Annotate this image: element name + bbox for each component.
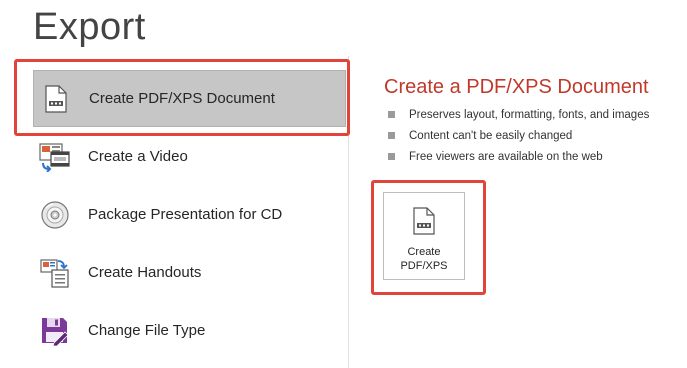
list-item: Free viewers are available on the web bbox=[388, 146, 649, 167]
handouts-icon bbox=[39, 257, 71, 289]
bullet-square-icon bbox=[388, 132, 395, 139]
details-bullet-list: Preserves layout, formatting, fonts, and… bbox=[388, 104, 649, 167]
details-title: Create a PDF/XPS Document bbox=[384, 76, 649, 98]
export-item-label: Create a Video bbox=[88, 148, 188, 165]
highlight-box-selected-item bbox=[14, 59, 350, 136]
export-item-package-cd[interactable]: Package Presentation for CD bbox=[33, 186, 346, 243]
export-item-label: Package Presentation for CD bbox=[88, 206, 283, 223]
change-file-type-icon bbox=[39, 315, 71, 347]
page-title: Export bbox=[33, 6, 146, 48]
list-item: Content can't be easily changed bbox=[388, 125, 649, 146]
export-item-label: Change File Type bbox=[88, 322, 206, 339]
bullet-text: Free viewers are available on the web bbox=[409, 150, 603, 163]
bullet-square-icon bbox=[388, 111, 395, 118]
export-item-create-handouts[interactable]: Create Handouts bbox=[33, 244, 346, 301]
highlight-box-create-button bbox=[371, 180, 486, 295]
list-item: Preserves layout, formatting, fonts, and… bbox=[388, 104, 649, 125]
cd-icon bbox=[39, 199, 71, 231]
export-item-create-video[interactable]: Create a Video bbox=[33, 128, 346, 185]
export-item-label: Create Handouts bbox=[88, 264, 202, 281]
video-icon bbox=[39, 141, 71, 173]
export-item-change-file-type[interactable]: Change File Type bbox=[33, 302, 346, 359]
bullet-text: Content can't be easily changed bbox=[409, 129, 573, 142]
bullet-text: Preserves layout, formatting, fonts, and… bbox=[409, 108, 650, 121]
bullet-square-icon bbox=[388, 153, 395, 160]
